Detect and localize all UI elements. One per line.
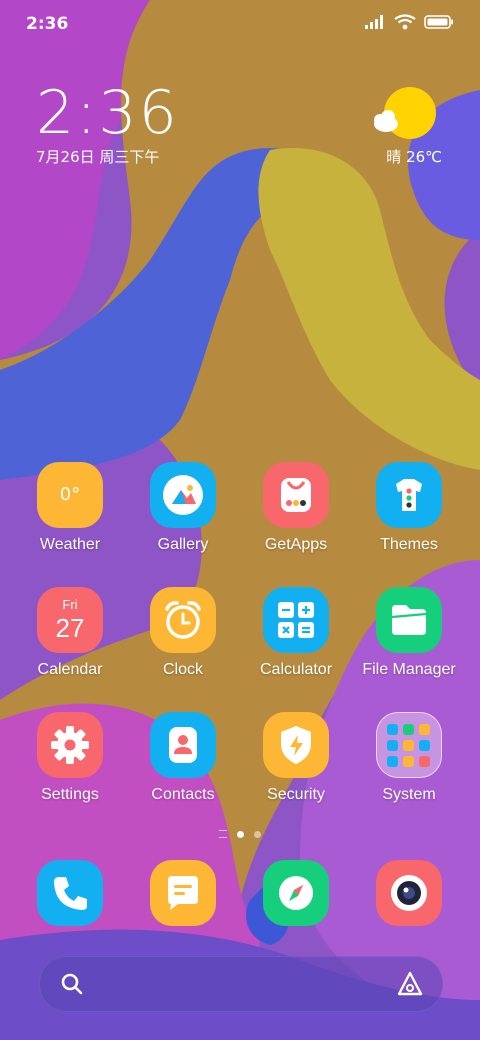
app-security[interactable]: Security: [241, 712, 351, 804]
app-file-manager[interactable]: File Manager: [354, 587, 464, 679]
app-label: System: [382, 786, 436, 803]
app-settings[interactable]: Settings: [15, 712, 125, 804]
app-label: GetApps: [264, 536, 328, 553]
battery-icon: [424, 15, 453, 29]
weather-icon-badge: 0°: [59, 484, 81, 505]
widget-weather: 晴 26℃: [386, 148, 442, 166]
weather-icon: 0°: [37, 462, 103, 528]
app-label: Contacts: [151, 786, 215, 803]
page-indicator[interactable]: [0, 830, 480, 838]
contacts-icon: [150, 712, 216, 778]
page-dot: [254, 830, 261, 838]
app-label: File Manager: [362, 661, 456, 678]
getapps-icon: [263, 462, 329, 528]
phone-icon[interactable]: [37, 860, 103, 926]
assistant-icon[interactable]: [396, 970, 424, 998]
widget-time[interactable]: 2:36: [36, 78, 179, 148]
wifi-icon: [394, 14, 416, 30]
app-label: Themes: [380, 536, 438, 553]
app-calculator[interactable]: Calculator: [241, 587, 351, 679]
system-folder-icon: [376, 712, 442, 778]
app-label: Clock: [162, 661, 203, 678]
app-label: Security: [267, 786, 325, 803]
calendar-day: Fri: [62, 597, 78, 612]
status-time: 2:36: [26, 14, 69, 34]
signal-icon: [365, 15, 383, 29]
app-contacts[interactable]: Contacts: [128, 712, 238, 804]
calculator-icon: [263, 587, 329, 653]
status-bar: 2:36: [0, 0, 480, 50]
settings-icon: [37, 712, 103, 778]
app-clock[interactable]: Clock: [128, 587, 238, 679]
list-icon: [219, 830, 227, 838]
page-dot-active: [237, 830, 244, 838]
app-gallery[interactable]: Gallery: [128, 462, 238, 554]
app-weather[interactable]: 0° Weather: [15, 462, 125, 554]
app-label: Weather: [39, 536, 101, 553]
calendar-date: 27: [55, 613, 85, 643]
app-calendar[interactable]: Fri 27 Calendar: [15, 587, 125, 679]
browser-icon[interactable]: [263, 860, 329, 926]
app-label: Calendar: [37, 661, 103, 678]
themes-icon: [376, 462, 442, 528]
app-system-folder[interactable]: System: [354, 712, 464, 804]
app-themes[interactable]: Themes: [354, 462, 464, 554]
app-label: Calculator: [259, 661, 333, 678]
search-bar[interactable]: [39, 956, 443, 1012]
app-label: Settings: [41, 786, 99, 803]
widget-date: 7月26日 周三下午: [36, 148, 160, 166]
calendar-icon: Fri 27: [37, 587, 103, 653]
security-icon: [263, 712, 329, 778]
app-getapps[interactable]: GetApps: [241, 462, 351, 554]
app-label: Gallery: [157, 536, 209, 553]
messages-icon[interactable]: [150, 860, 216, 926]
search-icon[interactable]: [60, 972, 84, 996]
camera-icon[interactable]: [376, 860, 442, 926]
folder-icon: [376, 587, 442, 653]
clock-icon: [150, 587, 216, 653]
gallery-icon: [150, 462, 216, 528]
